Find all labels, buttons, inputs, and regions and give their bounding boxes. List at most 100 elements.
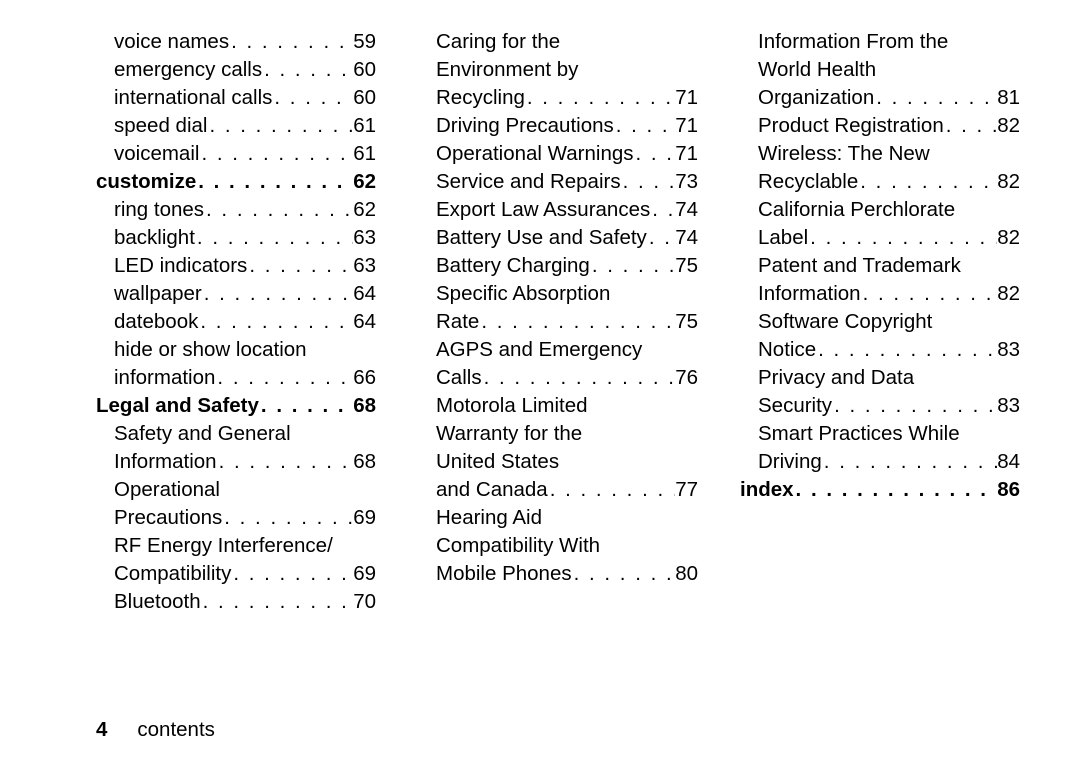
toc-entry-line: Patent and Trademark [740,252,1020,280]
toc-entry-label: international calls [96,84,272,112]
toc-entry-label: emergency calls [96,56,262,84]
toc-entry-label: information [96,364,215,392]
toc-entry-line: RF Energy Interference/ [96,532,376,560]
toc-entry-label: Mobile Phones [418,560,572,588]
toc-leader-dots: . . . . . . . . . . . . . . . . . . . . … [822,448,997,476]
toc-leader-dots: . . . . . . . . . . . . . . . . . . . . … [229,28,353,56]
toc-entry-page: 68 [353,392,376,420]
toc-entry-line: World Health [740,56,1020,84]
toc-entry-label: Bluetooth [96,588,201,616]
toc-entry-line: AGPS and Emergency [418,336,698,364]
toc-entry[interactable]: Driving84. . . . . . . . . . . . . . . .… [740,448,1020,476]
toc-entry-page: 68 [353,448,376,476]
toc-leader-dots: . . . . . . . . . . . . . . . . . . . . … [548,476,675,504]
toc-entry[interactable]: wallpaper64. . . . . . . . . . . . . . .… [96,280,376,308]
toc-entry[interactable]: LED indicators 63. . . . . . . . . . . . … [96,252,376,280]
toc-entry[interactable]: Product Registration82. . . . . . . . . … [740,112,1020,140]
toc-entry[interactable]: Mobile Phones80. . . . . . . . . . . . .… [418,560,698,588]
toc-entry[interactable]: voice names59. . . . . . . . . . . . . .… [96,28,376,56]
toc-entry[interactable]: speed dial61. . . . . . . . . . . . . . … [96,112,376,140]
toc-leader-dots: . . . . . . . . . . . . . . . . . . . . … [944,112,997,140]
toc-entry[interactable]: international calls60. . . . . . . . . .… [96,84,376,112]
toc-entry-page: 84 [997,448,1020,476]
toc-leader-dots: . . . . . . . . . . . . . . . . . . . . … [198,308,353,336]
toc-entry-label: Calls [418,364,482,392]
footer-label: contents [137,718,215,741]
toc-entry-page: 63 [353,252,376,280]
toc-entry-label: Compatibility [96,560,231,588]
toc-entry[interactable]: Compatibility69. . . . . . . . . . . . .… [96,560,376,588]
toc-entry[interactable]: information66. . . . . . . . . . . . . .… [96,364,376,392]
toc-chapter[interactable]: customize62. . . . . . . . . . . . . . .… [96,168,376,196]
toc-entry-label: voice names [96,28,229,56]
toc-entry-label: Legal and Safety [96,392,259,420]
toc-entry[interactable]: datebook64. . . . . . . . . . . . . . . … [96,308,376,336]
toc-entry-label: LED indicators [96,252,247,280]
toc-column: Caring for theEnvironment byRecycling71.… [418,28,698,616]
toc-leader-dots: . . . . . . . . . . . . . . . . . . . . … [247,252,353,280]
toc-entry-page: 60 [353,56,376,84]
toc-leader-dots: . . . . . . . . . . . . . . . . . . . . … [202,280,353,308]
toc-leader-dots: . . . . . . . . . . . . . . . . . . . . … [272,84,353,112]
toc-leader-dots: . . . . . . . . . . . . . . . . . . . . … [201,588,354,616]
toc-entry-label: Driving Precautions [418,112,614,140]
toc-entry-page: 82 [997,168,1020,196]
toc-entry-label: Battery Use and Safety [418,224,647,252]
toc-entry[interactable]: Precautions69. . . . . . . . . . . . . .… [96,504,376,532]
toc-entry[interactable]: backlight63. . . . . . . . . . . . . . .… [96,224,376,252]
toc-entry-page: 76 [675,364,698,392]
toc-entry[interactable]: Notice83. . . . . . . . . . . . . . . . … [740,336,1020,364]
toc-entry-page: 83 [997,336,1020,364]
toc-leader-dots: . . . . . . . . . . . . . . . . . . . . … [874,84,997,112]
toc-entry-label: voicemail [96,140,199,168]
toc-entry-page: 71 [675,140,698,168]
toc-entry[interactable]: and Canada 77. . . . . . . . . . . . . . … [418,476,698,504]
toc-columns: voice names59. . . . . . . . . . . . . .… [96,28,1020,616]
toc-leader-dots: . . . . . . . . . . . . . . . . . . . . … [259,392,353,420]
toc-entry[interactable]: Export Law Assurances74. . . . . . . . .… [418,196,698,224]
toc-entry[interactable]: Information68. . . . . . . . . . . . . .… [96,448,376,476]
toc-leader-dots: . . . . . . . . . . . . . . . . . . . . … [832,392,997,420]
toc-entry-line: hide or show location [96,336,376,364]
toc-leader-dots: . . . . . . . . . . . . . . . . . . . . … [816,336,997,364]
toc-entry[interactable]: Rate75. . . . . . . . . . . . . . . . . … [418,308,698,336]
toc-entry-page: 82 [997,112,1020,140]
toc-entry[interactable]: Driving Precautions71. . . . . . . . . .… [418,112,698,140]
toc-entry-page: 61 [353,140,376,168]
toc-leader-dots: . . . . . . . . . . . . . . . . . . . . … [482,364,676,392]
toc-entry[interactable]: Information82. . . . . . . . . . . . . .… [740,280,1020,308]
toc-entry-line: Environment by [418,56,698,84]
toc-entry-label: and Canada [418,476,548,504]
toc-entry-line: Software Copyright [740,308,1020,336]
toc-entry-page: 61 [353,112,376,140]
toc-entry[interactable]: Recyclable82. . . . . . . . . . . . . . … [740,168,1020,196]
toc-entry[interactable]: Recycling71. . . . . . . . . . . . . . .… [418,84,698,112]
toc-entry[interactable]: emergency calls60. . . . . . . . . . . .… [96,56,376,84]
toc-entry[interactable]: Label82. . . . . . . . . . . . . . . . .… [740,224,1020,252]
toc-entry-page: 77 [675,476,698,504]
toc-entry-label: Security [740,392,832,420]
toc-entry-label: customize [96,168,196,196]
toc-leader-dots: . . . . . . . . . . . . . . . . . . . . … [195,224,353,252]
toc-entry[interactable]: voicemail61. . . . . . . . . . . . . . .… [96,140,376,168]
toc-chapter[interactable]: Legal and Safety 68. . . . . . . . . . . … [96,392,376,420]
toc-entry-label: wallpaper [96,280,202,308]
toc-entry[interactable]: Security83. . . . . . . . . . . . . . . … [740,392,1020,420]
toc-entry-label: Recycling [418,84,525,112]
toc-entry[interactable]: Battery Charging75. . . . . . . . . . . … [418,252,698,280]
toc-entry-line: Safety and General [96,420,376,448]
toc-entry[interactable]: Calls 76. . . . . . . . . . . . . . . . .… [418,364,698,392]
toc-leader-dots: . . . . . . . . . . . . . . . . . . . . … [215,364,353,392]
toc-entry[interactable]: Operational Warnings71. . . . . . . . . … [418,140,698,168]
toc-leader-dots: . . . . . . . . . . . . . . . . . . . . … [217,448,354,476]
toc-entry[interactable]: Organization81. . . . . . . . . . . . . … [740,84,1020,112]
toc-leader-dots: . . . . . . . . . . . . . . . . . . . . … [572,560,676,588]
toc-entry[interactable]: Service and Repairs73. . . . . . . . . .… [418,168,698,196]
toc-entry[interactable]: Bluetooth70. . . . . . . . . . . . . . .… [96,588,376,616]
toc-entry[interactable]: ring tones62. . . . . . . . . . . . . . … [96,196,376,224]
toc-entry-page: 69 [353,504,376,532]
toc-entry-page: 74 [675,196,698,224]
toc-chapter[interactable]: index86. . . . . . . . . . . . . . . . .… [740,476,1020,504]
toc-entry-page: 62 [353,196,376,224]
toc-entry[interactable]: Battery Use and Safety74. . . . . . . . … [418,224,698,252]
